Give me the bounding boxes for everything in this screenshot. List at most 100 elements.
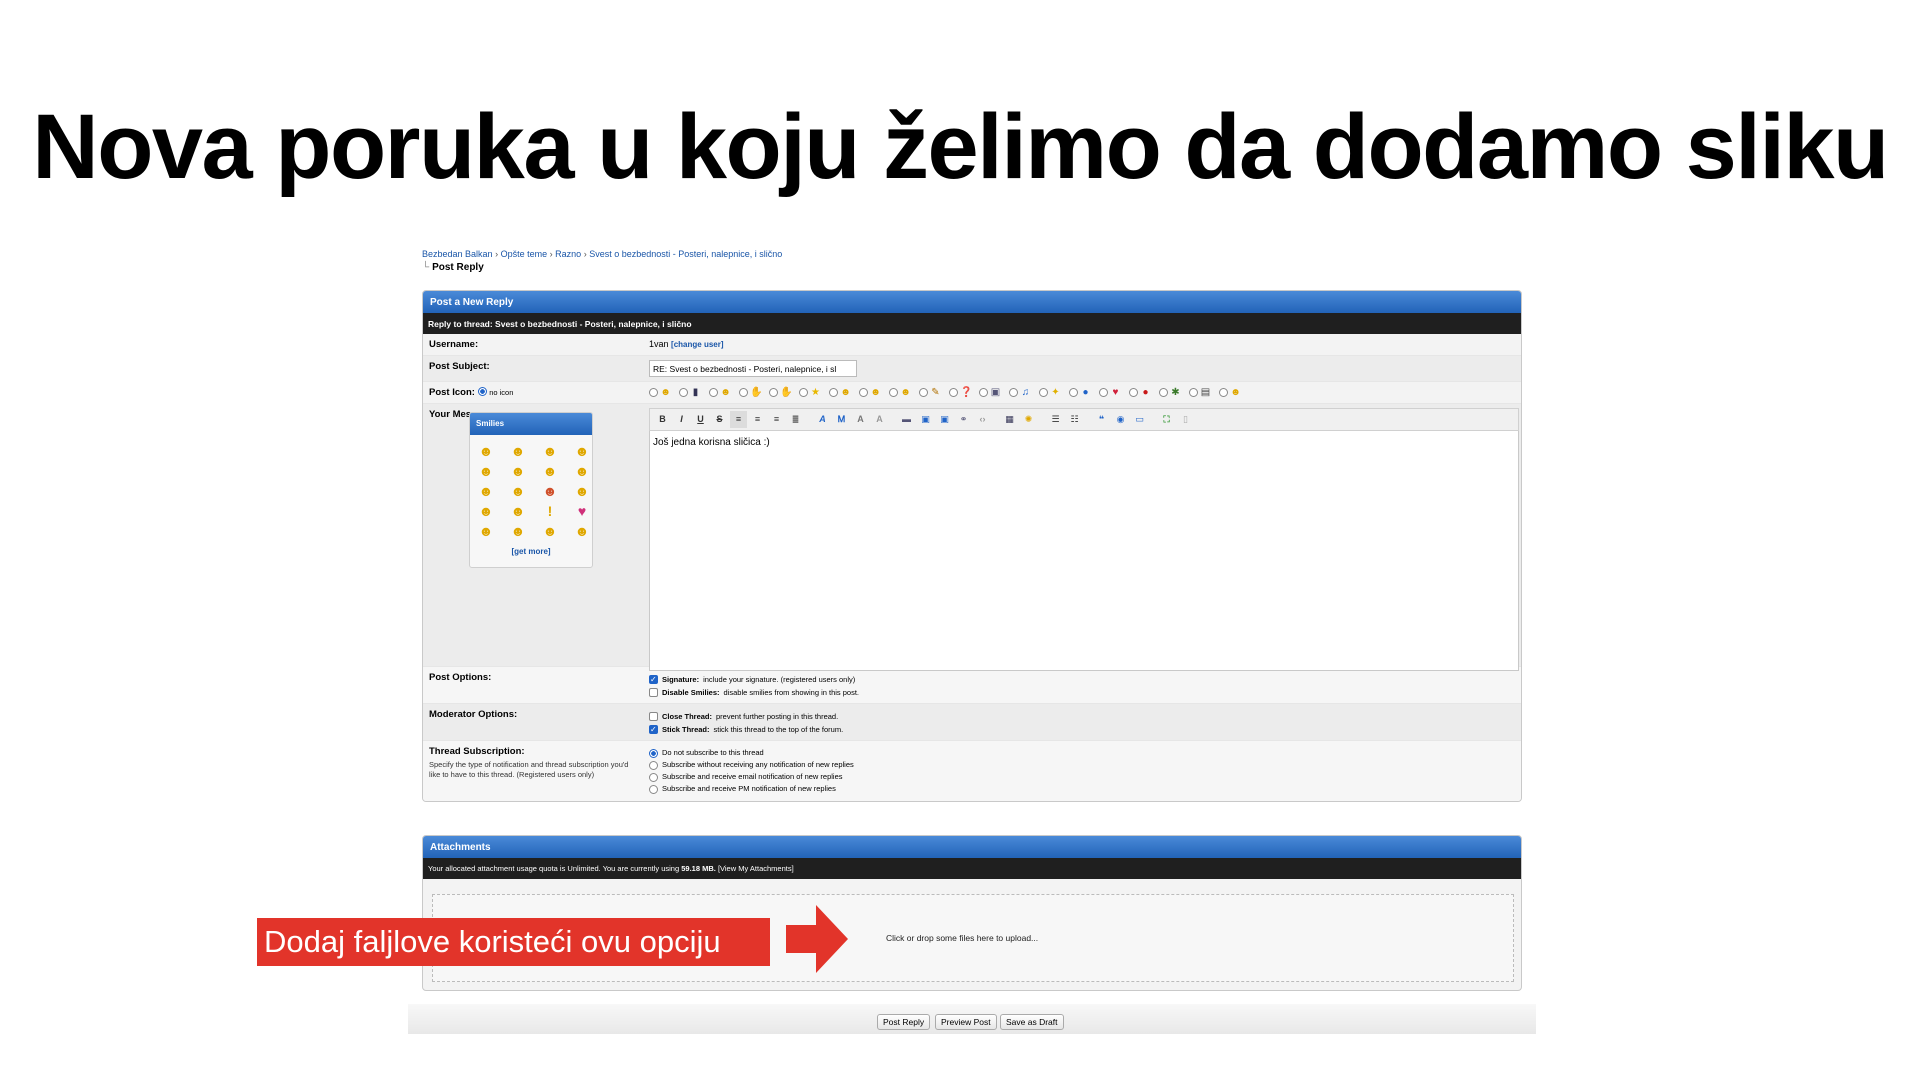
smiley-icon[interactable]: ☻ bbox=[542, 523, 558, 539]
subscription-option: Subscribe and receive email notification… bbox=[649, 771, 1519, 783]
signature-checkbox[interactable] bbox=[649, 673, 658, 686]
confused-smiley-icon[interactable]: ☻ bbox=[478, 523, 494, 539]
post-icon-options: ☻ ▮ ☻ ✋ ✋ ★ ☻ ☻ ☻ ✎ ❓ ▣ ♫ ✦ ● ♥ ● ✱ ▤ ☻ bbox=[647, 382, 1521, 403]
post-icon-radio[interactable] bbox=[1099, 388, 1108, 397]
post-icon-radio[interactable] bbox=[1129, 388, 1138, 397]
smiley-icon[interactable]: ☻ bbox=[574, 463, 590, 479]
post-icon-radio[interactable] bbox=[889, 388, 898, 397]
no-icon-radio[interactable] bbox=[477, 387, 487, 396]
angry-smiley-icon[interactable]: ☻ bbox=[542, 483, 558, 499]
post-icon-radio[interactable] bbox=[1159, 388, 1168, 397]
disable-smilies-checkbox[interactable] bbox=[649, 688, 658, 697]
disable-smilies-option: Disable Smilies: disable smilies from sh… bbox=[649, 686, 1519, 699]
smiley-icon[interactable]: ☻ bbox=[478, 483, 494, 499]
get-more-link[interactable]: [get more] bbox=[511, 547, 550, 556]
subscription-radio[interactable] bbox=[649, 760, 658, 770]
exclamation-smiley-icon[interactable]: ! bbox=[542, 503, 558, 519]
subject-input[interactable]: RE: Svest o bezbednosti - Posteri, nalep… bbox=[649, 360, 857, 377]
heart-smiley-icon[interactable]: ♥ bbox=[574, 503, 590, 519]
video-icon[interactable]: ▣ bbox=[936, 411, 953, 428]
subscription-radio[interactable] bbox=[649, 772, 658, 782]
smiley-icon[interactable]: ☻ bbox=[478, 443, 494, 459]
message-textarea[interactable]: Još jedna korisna sličica :) bbox=[649, 431, 1519, 671]
justify-icon[interactable]: ≣ bbox=[787, 411, 804, 428]
post-icon-radio[interactable] bbox=[949, 388, 958, 397]
post-icon-radio[interactable] bbox=[679, 388, 688, 397]
smile-icon: ☻ bbox=[720, 387, 731, 398]
smiley-icon[interactable]: ☻ bbox=[510, 523, 526, 539]
image-insert-icon[interactable]: ▣ bbox=[917, 411, 934, 428]
smiley-icon[interactable]: ☻ bbox=[510, 463, 526, 479]
code-icon[interactable]: ‹› bbox=[974, 411, 991, 428]
subscription-option: Do not subscribe to this thread bbox=[649, 747, 1519, 759]
close-thread-checkbox[interactable] bbox=[649, 712, 658, 721]
post-icon-radio[interactable] bbox=[769, 388, 778, 397]
subscription-option: Subscribe without receiving any notifica… bbox=[649, 759, 1519, 771]
post-icon-radio[interactable] bbox=[1219, 388, 1228, 397]
subscription-radio[interactable] bbox=[649, 784, 658, 794]
breadcrumb-item[interactable]: Opšte teme bbox=[501, 249, 548, 259]
form-footer: Post Reply Preview Post Save as Draft bbox=[408, 1004, 1536, 1034]
post-icon-radio[interactable] bbox=[919, 388, 928, 397]
post-icon-radio[interactable] bbox=[649, 388, 658, 397]
breadcrumb-item[interactable]: Svest o bezbednosti - Posteri, nalepnice… bbox=[589, 249, 782, 259]
font-size-icon[interactable]: Ꮇ bbox=[833, 411, 850, 428]
fullscreen-icon[interactable]: ⛶ bbox=[1158, 411, 1175, 428]
post-icon-radio[interactable] bbox=[799, 388, 808, 397]
underline-icon[interactable]: U bbox=[692, 411, 709, 428]
unlink-icon[interactable]: ⚭ bbox=[955, 411, 972, 428]
italic-icon[interactable]: I bbox=[673, 411, 690, 428]
smiley-icon[interactable]: ☻ bbox=[574, 523, 590, 539]
reply-panel: Post a New Reply Reply to thread: Svest … bbox=[422, 290, 1522, 802]
post-icon-radio[interactable] bbox=[739, 388, 748, 397]
smiley-icon[interactable]: ☻ bbox=[574, 443, 590, 459]
remove-format-icon[interactable]: A bbox=[871, 411, 888, 428]
post-options-label: Post Options: bbox=[429, 672, 492, 683]
numbered-list-icon[interactable]: ☷ bbox=[1066, 411, 1083, 428]
color-icon[interactable]: A bbox=[852, 411, 869, 428]
panel-header: Post a New Reply bbox=[423, 291, 1521, 313]
smiley-icon[interactable]: ☻ bbox=[542, 463, 558, 479]
smiley-icon[interactable]: ☻ bbox=[574, 483, 590, 499]
view-attachments-link[interactable]: [View My Attachments] bbox=[718, 864, 794, 873]
spoiler-icon[interactable]: ◉ bbox=[1112, 411, 1129, 428]
save-draft-button[interactable]: Save as Draft bbox=[1000, 1014, 1064, 1030]
quote-icon[interactable]: ❝ bbox=[1093, 411, 1110, 428]
smilies-header: Smilies bbox=[470, 413, 592, 435]
post-icon-radio[interactable] bbox=[979, 388, 988, 397]
smile-icon: ☻ bbox=[900, 387, 911, 398]
preview-post-button[interactable]: Preview Post bbox=[935, 1014, 997, 1030]
smiley-icon[interactable]: ☻ bbox=[510, 443, 526, 459]
breadcrumb-item[interactable]: Razno bbox=[555, 249, 581, 259]
smiley-icon[interactable]: ☻ bbox=[510, 503, 526, 519]
post-icon-radio[interactable] bbox=[1189, 388, 1198, 397]
comment-icon[interactable]: ▭ bbox=[1131, 411, 1148, 428]
bold-icon[interactable]: B bbox=[654, 411, 671, 428]
post-icon-radio[interactable] bbox=[1009, 388, 1018, 397]
post-reply-button[interactable]: Post Reply bbox=[877, 1014, 931, 1030]
align-center-icon[interactable]: ≡ bbox=[749, 411, 766, 428]
align-left-icon[interactable]: ≡ bbox=[730, 411, 747, 428]
emoticon-icon[interactable]: ✺ bbox=[1020, 411, 1037, 428]
post-icon-radio[interactable] bbox=[829, 388, 838, 397]
table-icon[interactable]: ▦ bbox=[1001, 411, 1018, 428]
smiley-icon[interactable]: ☻ bbox=[478, 503, 494, 519]
strikethrough-icon[interactable]: S bbox=[711, 411, 728, 428]
smiley-icon[interactable]: ☻ bbox=[478, 463, 494, 479]
smiley-icon[interactable]: ☻ bbox=[542, 443, 558, 459]
subscription-radio[interactable] bbox=[649, 748, 658, 758]
post-icon-radio[interactable] bbox=[1039, 388, 1048, 397]
source-icon[interactable]: ▯ bbox=[1177, 411, 1194, 428]
smiley-icon[interactable]: ☻ bbox=[510, 483, 526, 499]
align-right-icon[interactable]: ≡ bbox=[768, 411, 785, 428]
font-icon[interactable]: A bbox=[814, 411, 831, 428]
post-icon-radio[interactable] bbox=[709, 388, 718, 397]
link-icon[interactable]: ▬ bbox=[898, 411, 915, 428]
subject-label: Post Subject: bbox=[429, 361, 490, 372]
post-icon-radio[interactable] bbox=[1069, 388, 1078, 397]
bullet-list-icon[interactable]: ☰ bbox=[1047, 411, 1064, 428]
post-icon-radio[interactable] bbox=[859, 388, 868, 397]
breadcrumb-item[interactable]: Bezbedan Balkan bbox=[422, 249, 493, 259]
stick-thread-checkbox[interactable] bbox=[649, 723, 658, 736]
change-user-link[interactable]: [change user] bbox=[671, 340, 723, 349]
